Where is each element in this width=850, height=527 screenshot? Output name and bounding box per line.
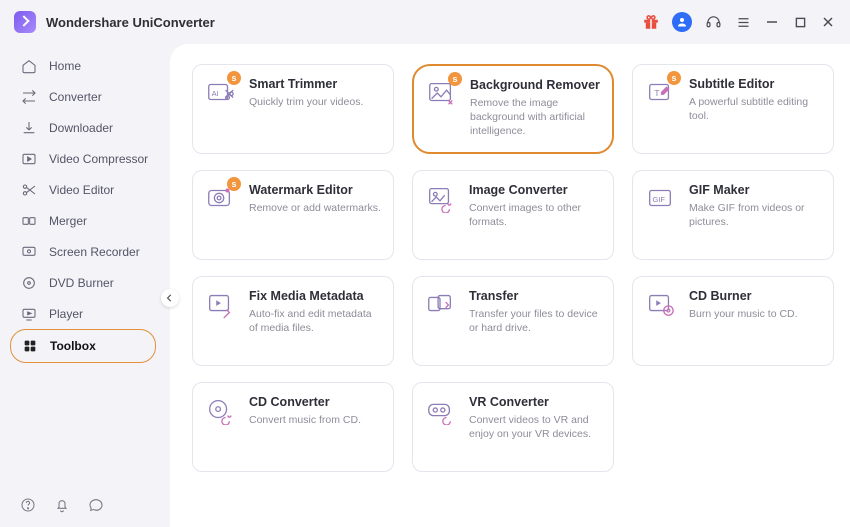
sidebar-item-screen-recorder[interactable]: Screen Recorder bbox=[0, 236, 170, 267]
sidebar-item-toolbox[interactable]: Toolbox bbox=[10, 329, 156, 363]
app-title: Wondershare UniConverter bbox=[46, 15, 215, 30]
sidebar-label: Merger bbox=[49, 214, 87, 228]
tool-smart-trimmer[interactable]: AI s Smart Trimmer Quickly trim your vid… bbox=[192, 64, 394, 154]
card-title: GIF Maker bbox=[689, 183, 823, 197]
card-desc: Transfer your files to device or hard dr… bbox=[469, 307, 603, 335]
svg-text:AI: AI bbox=[212, 89, 219, 98]
metadata-icon bbox=[205, 289, 239, 323]
sidebar-label: Screen Recorder bbox=[49, 245, 140, 259]
support-icon[interactable] bbox=[704, 13, 722, 31]
collapse-sidebar-button[interactable] bbox=[161, 289, 179, 307]
sidebar-item-downloader[interactable]: Downloader bbox=[0, 112, 170, 143]
card-title: Fix Media Metadata bbox=[249, 289, 383, 303]
menu-icon[interactable] bbox=[734, 13, 752, 31]
card-desc: Auto-fix and edit metadata of media file… bbox=[249, 307, 383, 335]
minimize-button[interactable] bbox=[764, 14, 780, 30]
tool-transfer[interactable]: Transfer Transfer your files to device o… bbox=[412, 276, 614, 366]
title-bar: Wondershare UniConverter bbox=[0, 0, 850, 44]
card-desc: Quickly trim your videos. bbox=[249, 95, 383, 109]
card-desc: Convert videos to VR and enjoy on your V… bbox=[469, 413, 603, 441]
badge-icon: s bbox=[227, 71, 241, 85]
tool-watermark-editor[interactable]: s Watermark Editor Remove or add waterma… bbox=[192, 170, 394, 260]
card-title: CD Burner bbox=[689, 289, 823, 303]
tool-cd-burner[interactable]: CD Burner Burn your music to CD. bbox=[632, 276, 834, 366]
app-logo bbox=[14, 11, 36, 33]
card-desc: Remove the image background with artific… bbox=[470, 96, 602, 139]
sidebar-label: Converter bbox=[49, 90, 102, 104]
tool-gif-maker[interactable]: GIF GIF Maker Make GIF from videos or pi… bbox=[632, 170, 834, 260]
user-avatar[interactable] bbox=[672, 12, 692, 32]
watermark-icon: s bbox=[205, 183, 239, 217]
merger-icon bbox=[20, 212, 37, 229]
vr-icon bbox=[425, 395, 459, 429]
card-title: Smart Trimmer bbox=[249, 77, 383, 91]
card-desc: Remove or add watermarks. bbox=[249, 201, 383, 215]
card-title: Image Converter bbox=[469, 183, 603, 197]
home-icon bbox=[20, 57, 37, 74]
tool-vr-converter[interactable]: VR Converter Convert videos to VR and en… bbox=[412, 382, 614, 472]
tool-grid: AI s Smart Trimmer Quickly trim your vid… bbox=[192, 64, 828, 472]
sidebar-bottom bbox=[0, 497, 170, 527]
sidebar-item-home[interactable]: Home bbox=[0, 50, 170, 81]
sidebar: Home Converter Downloader Video Compress… bbox=[0, 44, 170, 527]
badge-icon: s bbox=[227, 177, 241, 191]
badge-icon: s bbox=[448, 72, 462, 86]
cd-converter-icon bbox=[205, 395, 239, 429]
main-content: AI s Smart Trimmer Quickly trim your vid… bbox=[170, 44, 850, 527]
sidebar-item-video-compressor[interactable]: Video Compressor bbox=[0, 143, 170, 174]
disc-icon bbox=[20, 274, 37, 291]
card-title: Background Remover bbox=[470, 78, 602, 92]
background-remover-icon: s bbox=[426, 78, 460, 112]
image-converter-icon bbox=[425, 183, 459, 217]
gif-icon: GIF bbox=[645, 183, 679, 217]
sidebar-item-video-editor[interactable]: Video Editor bbox=[0, 174, 170, 205]
maximize-button[interactable] bbox=[792, 14, 808, 30]
converter-icon bbox=[20, 88, 37, 105]
card-title: VR Converter bbox=[469, 395, 603, 409]
toolbox-icon bbox=[21, 338, 38, 355]
card-desc: Convert music from CD. bbox=[249, 413, 383, 427]
card-title: CD Converter bbox=[249, 395, 383, 409]
sidebar-label: Home bbox=[49, 59, 81, 73]
sidebar-label: DVD Burner bbox=[49, 276, 114, 290]
sidebar-item-merger[interactable]: Merger bbox=[0, 205, 170, 236]
scissors-icon bbox=[20, 181, 37, 198]
compress-icon bbox=[20, 150, 37, 167]
sidebar-label: Toolbox bbox=[50, 339, 96, 353]
help-icon[interactable] bbox=[20, 497, 36, 513]
card-desc: Burn your music to CD. bbox=[689, 307, 823, 321]
smart-trimmer-icon: AI s bbox=[205, 77, 239, 111]
card-desc: Make GIF from videos or pictures. bbox=[689, 201, 823, 229]
player-icon bbox=[20, 305, 37, 322]
tool-cd-converter[interactable]: CD Converter Convert music from CD. bbox=[192, 382, 394, 472]
close-button[interactable] bbox=[820, 14, 836, 30]
sidebar-label: Downloader bbox=[49, 121, 113, 135]
card-title: Watermark Editor bbox=[249, 183, 383, 197]
tool-fix-metadata[interactable]: Fix Media Metadata Auto-fix and edit met… bbox=[192, 276, 394, 366]
tool-subtitle-editor[interactable]: T s Subtitle Editor A powerful subtitle … bbox=[632, 64, 834, 154]
sidebar-label: Video Editor bbox=[49, 183, 114, 197]
tool-background-remover[interactable]: s Background Remover Remove the image ba… bbox=[412, 64, 614, 154]
svg-text:T: T bbox=[654, 88, 659, 98]
card-title: Subtitle Editor bbox=[689, 77, 823, 91]
sidebar-label: Player bbox=[49, 307, 83, 321]
svg-text:GIF: GIF bbox=[653, 195, 666, 204]
transfer-icon bbox=[425, 289, 459, 323]
card-desc: A powerful subtitle editing tool. bbox=[689, 95, 823, 123]
tool-image-converter[interactable]: Image Converter Convert images to other … bbox=[412, 170, 614, 260]
sidebar-item-converter[interactable]: Converter bbox=[0, 81, 170, 112]
sidebar-item-player[interactable]: Player bbox=[0, 298, 170, 329]
bell-icon[interactable] bbox=[54, 497, 70, 513]
badge-icon: s bbox=[667, 71, 681, 85]
feedback-icon[interactable] bbox=[88, 497, 104, 513]
cd-burner-icon bbox=[645, 289, 679, 323]
card-desc: Convert images to other formats. bbox=[469, 201, 603, 229]
sidebar-item-dvd-burner[interactable]: DVD Burner bbox=[0, 267, 170, 298]
download-icon bbox=[20, 119, 37, 136]
subtitle-editor-icon: T s bbox=[645, 77, 679, 111]
gift-icon[interactable] bbox=[642, 13, 660, 31]
sidebar-label: Video Compressor bbox=[49, 152, 148, 166]
recorder-icon bbox=[20, 243, 37, 260]
card-title: Transfer bbox=[469, 289, 603, 303]
